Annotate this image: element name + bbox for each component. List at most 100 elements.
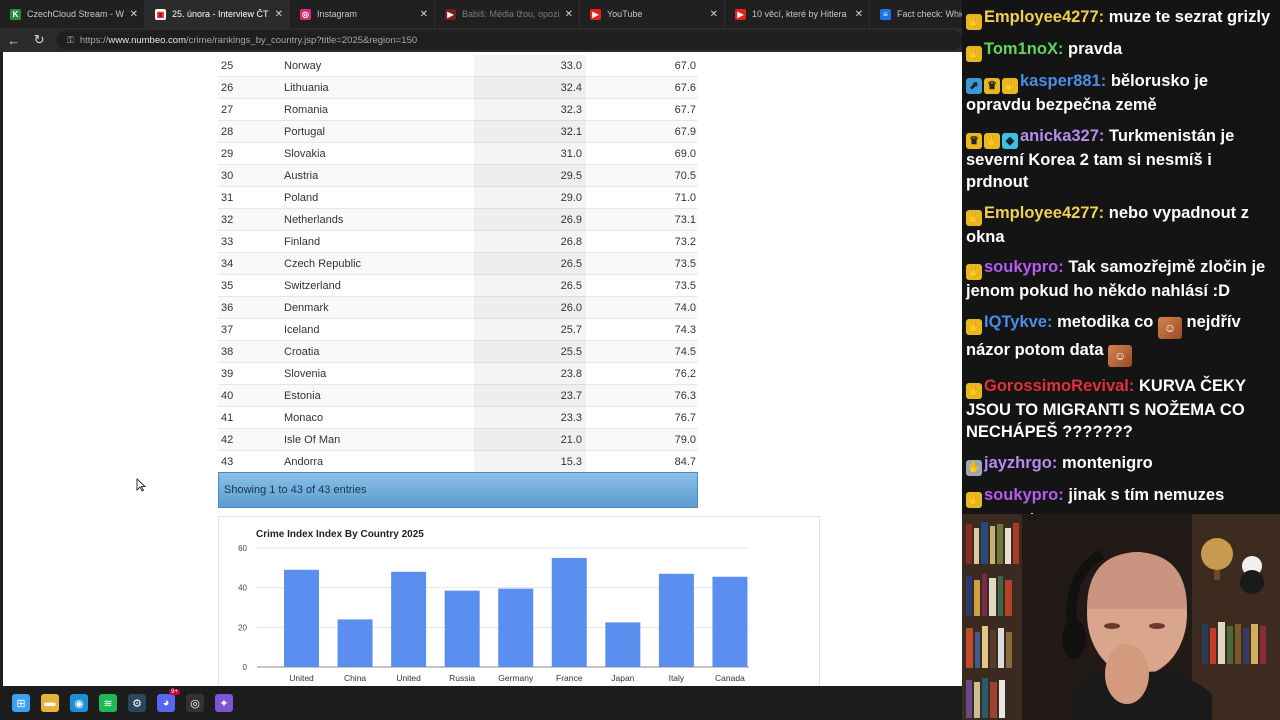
article-icon: ≡ (880, 8, 891, 20)
chart-bar[interactable] (498, 588, 534, 667)
close-tab-icon[interactable]: ✕ (130, 9, 138, 20)
czechcloud-icon: K (10, 8, 21, 20)
chat-message: ♛ ✋ ◆ anicka327: Turkmenistán je severní Ko… (966, 126, 1235, 191)
back-arrow-icon[interactable]: ← (6, 33, 22, 48)
crime-index-cell: 26.5 (474, 252, 586, 275)
chat-username[interactable]: soukypro (984, 486, 1058, 504)
url-path: /crime/rankings_by_country.jsp?title=202… (186, 34, 418, 46)
site-info-icon[interactable]: ⚿ (67, 35, 74, 46)
chat-username[interactable]: IQTykve (984, 313, 1047, 331)
chat-username[interactable]: jayzhrgo (984, 454, 1052, 472)
table-row: 39 Slovenia 23.8 76.2 (218, 362, 698, 385)
country-cell: Monaco (284, 411, 324, 424)
obs-icon[interactable]: ◎ (186, 694, 204, 712)
face-emote: ☺ (1157, 316, 1182, 339)
tab-title: CzechCloud Stream - Watch (27, 9, 124, 19)
pinwheel-app-icon[interactable]: ✦ (215, 694, 233, 712)
file-explorer-icon[interactable]: ▬ (41, 694, 59, 712)
chat-username[interactable]: Employee4277 (984, 204, 1099, 222)
crime-index-cell: 21.0 (474, 428, 586, 451)
country-cell: Isle Of Man (284, 433, 341, 446)
browser-tab[interactable]: K CzechCloud Stream - Watch ✕ (0, 0, 145, 28)
tab-title: Instagram (317, 9, 358, 19)
browser-tab[interactable]: ≡Fact check: Which countr✕ (870, 0, 962, 28)
chat-username[interactable]: Employee4277 (984, 8, 1099, 26)
edge-browser-icon[interactable]: ◉ (70, 694, 88, 712)
chart-bar[interactable] (284, 569, 319, 667)
close-tab-icon[interactable]: ✕ (855, 9, 863, 20)
sub-badge: ✋ (966, 491, 982, 508)
steam-icon[interactable]: ⚙ (128, 694, 146, 712)
sub-badge: ✋ (966, 46, 982, 62)
discord-icon[interactable]: ◕ 9+ (157, 689, 180, 712)
silver-badge: ✋ (966, 459, 982, 476)
close-tab-icon[interactable]: ✕ (710, 9, 718, 20)
chat-message: ⬈ ♛ ✋ kasper881: bělorusko je opravdu bezpe… (966, 72, 1209, 114)
chart-bar[interactable] (605, 622, 641, 667)
crime-index-cell: 33.0 (474, 54, 586, 77)
crime-index-cell: 26.0 (474, 296, 586, 319)
browser-tab[interactable]: ▶ 10 věcí, které by Hitlera v roc ✕ (725, 0, 870, 28)
sub-badge: ✋ (966, 318, 982, 335)
country-cell: Norway (284, 59, 322, 72)
browser-tab[interactable]: ◎ Instagram ✕ (290, 0, 435, 28)
y-tick-label: 60 (238, 544, 247, 553)
safety-index-cell: 84.7 (674, 455, 696, 468)
crime-index-cell: 32.1 (474, 120, 586, 143)
rank-cell: 32 (221, 213, 234, 226)
chat-message: ✋ jayzhrgo: montenigro (966, 453, 1153, 476)
webcam-feed (962, 514, 1280, 720)
rank-cell: 29 (221, 147, 234, 160)
chart-bar[interactable] (551, 557, 587, 667)
url-prefix: https:// (79, 34, 109, 46)
sub-badge: ✋ (966, 14, 982, 30)
country-cell: Slovenia (284, 367, 327, 380)
rank-cell: 42 (221, 433, 234, 446)
safety-index-cell: 74.0 (674, 301, 696, 314)
windows-start-icon[interactable]: ⊞ (12, 694, 30, 712)
chart-bar[interactable] (391, 571, 427, 667)
browser-tab[interactable]: ▶ Babiš: Média lžou, opozice ... ✕ (435, 0, 580, 28)
crown-badge: ♛ (984, 78, 1000, 94)
rank-cell: 25 (221, 59, 234, 72)
safety-index-cell: 76.3 (674, 389, 696, 402)
chat-text: montenigro (1061, 453, 1153, 472)
crime-index-cell: 23.7 (474, 384, 586, 407)
close-tab-icon[interactable]: ✕ (275, 9, 283, 20)
country-cell: Romania (284, 103, 329, 116)
tab-title: 10 věcí, které by Hitlera v roc (752, 9, 849, 19)
chart-bar[interactable] (658, 573, 694, 667)
x-tick-label: Italy (669, 673, 685, 683)
country-cell: Netherlands (284, 213, 344, 226)
crime-index-cell: 25.5 (474, 340, 586, 363)
table-row: 32 Netherlands 26.9 73.1 (218, 208, 698, 231)
country-cell: Poland (284, 191, 319, 204)
table-row: 30 Austria 29.5 70.5 (218, 164, 698, 187)
chat-username[interactable]: GorossimoRevival (984, 377, 1129, 395)
table-row: 29 Slovakia 31.0 69.0 (218, 142, 698, 165)
safety-index-cell: 74.3 (674, 323, 696, 336)
country-cell: Finland (284, 235, 321, 248)
chat-username[interactable]: kasper881 (1020, 72, 1101, 90)
url-field[interactable]: ⚿ https://www.numbeo.com/crime/rankings_… (57, 30, 962, 50)
x-tick-label: Japan (611, 673, 634, 683)
chart-bar[interactable] (444, 590, 480, 667)
chat-username[interactable]: anicka327 (1020, 127, 1099, 145)
crown-badge: ♛ (966, 132, 982, 149)
rank-cell: 31 (221, 191, 234, 204)
safety-index-cell: 79.0 (674, 433, 696, 446)
browser-tab[interactable]: ▣ 25. února - Interview ČT24 | Č ✕ (145, 0, 290, 28)
chat-text: muze te sezrat grizly (1108, 8, 1271, 26)
y-tick-label: 20 (238, 623, 247, 632)
safety-index-cell: 73.5 (674, 279, 696, 292)
close-tab-icon[interactable]: ✕ (420, 9, 428, 20)
chat-username[interactable]: soukypro (984, 258, 1058, 276)
close-tab-icon[interactable]: ✕ (565, 9, 573, 20)
browser-tab[interactable]: ▶ YouTube ✕ (580, 0, 725, 28)
spotify-icon[interactable]: ≋ (99, 694, 117, 712)
chart-bar[interactable] (712, 576, 748, 667)
reload-icon[interactable]: ↻ (32, 32, 48, 48)
chart-bar[interactable] (337, 619, 373, 667)
chat-username[interactable]: Tom1noX (984, 40, 1058, 58)
tab-title: 25. února - Interview ČT24 | Č (172, 9, 269, 19)
